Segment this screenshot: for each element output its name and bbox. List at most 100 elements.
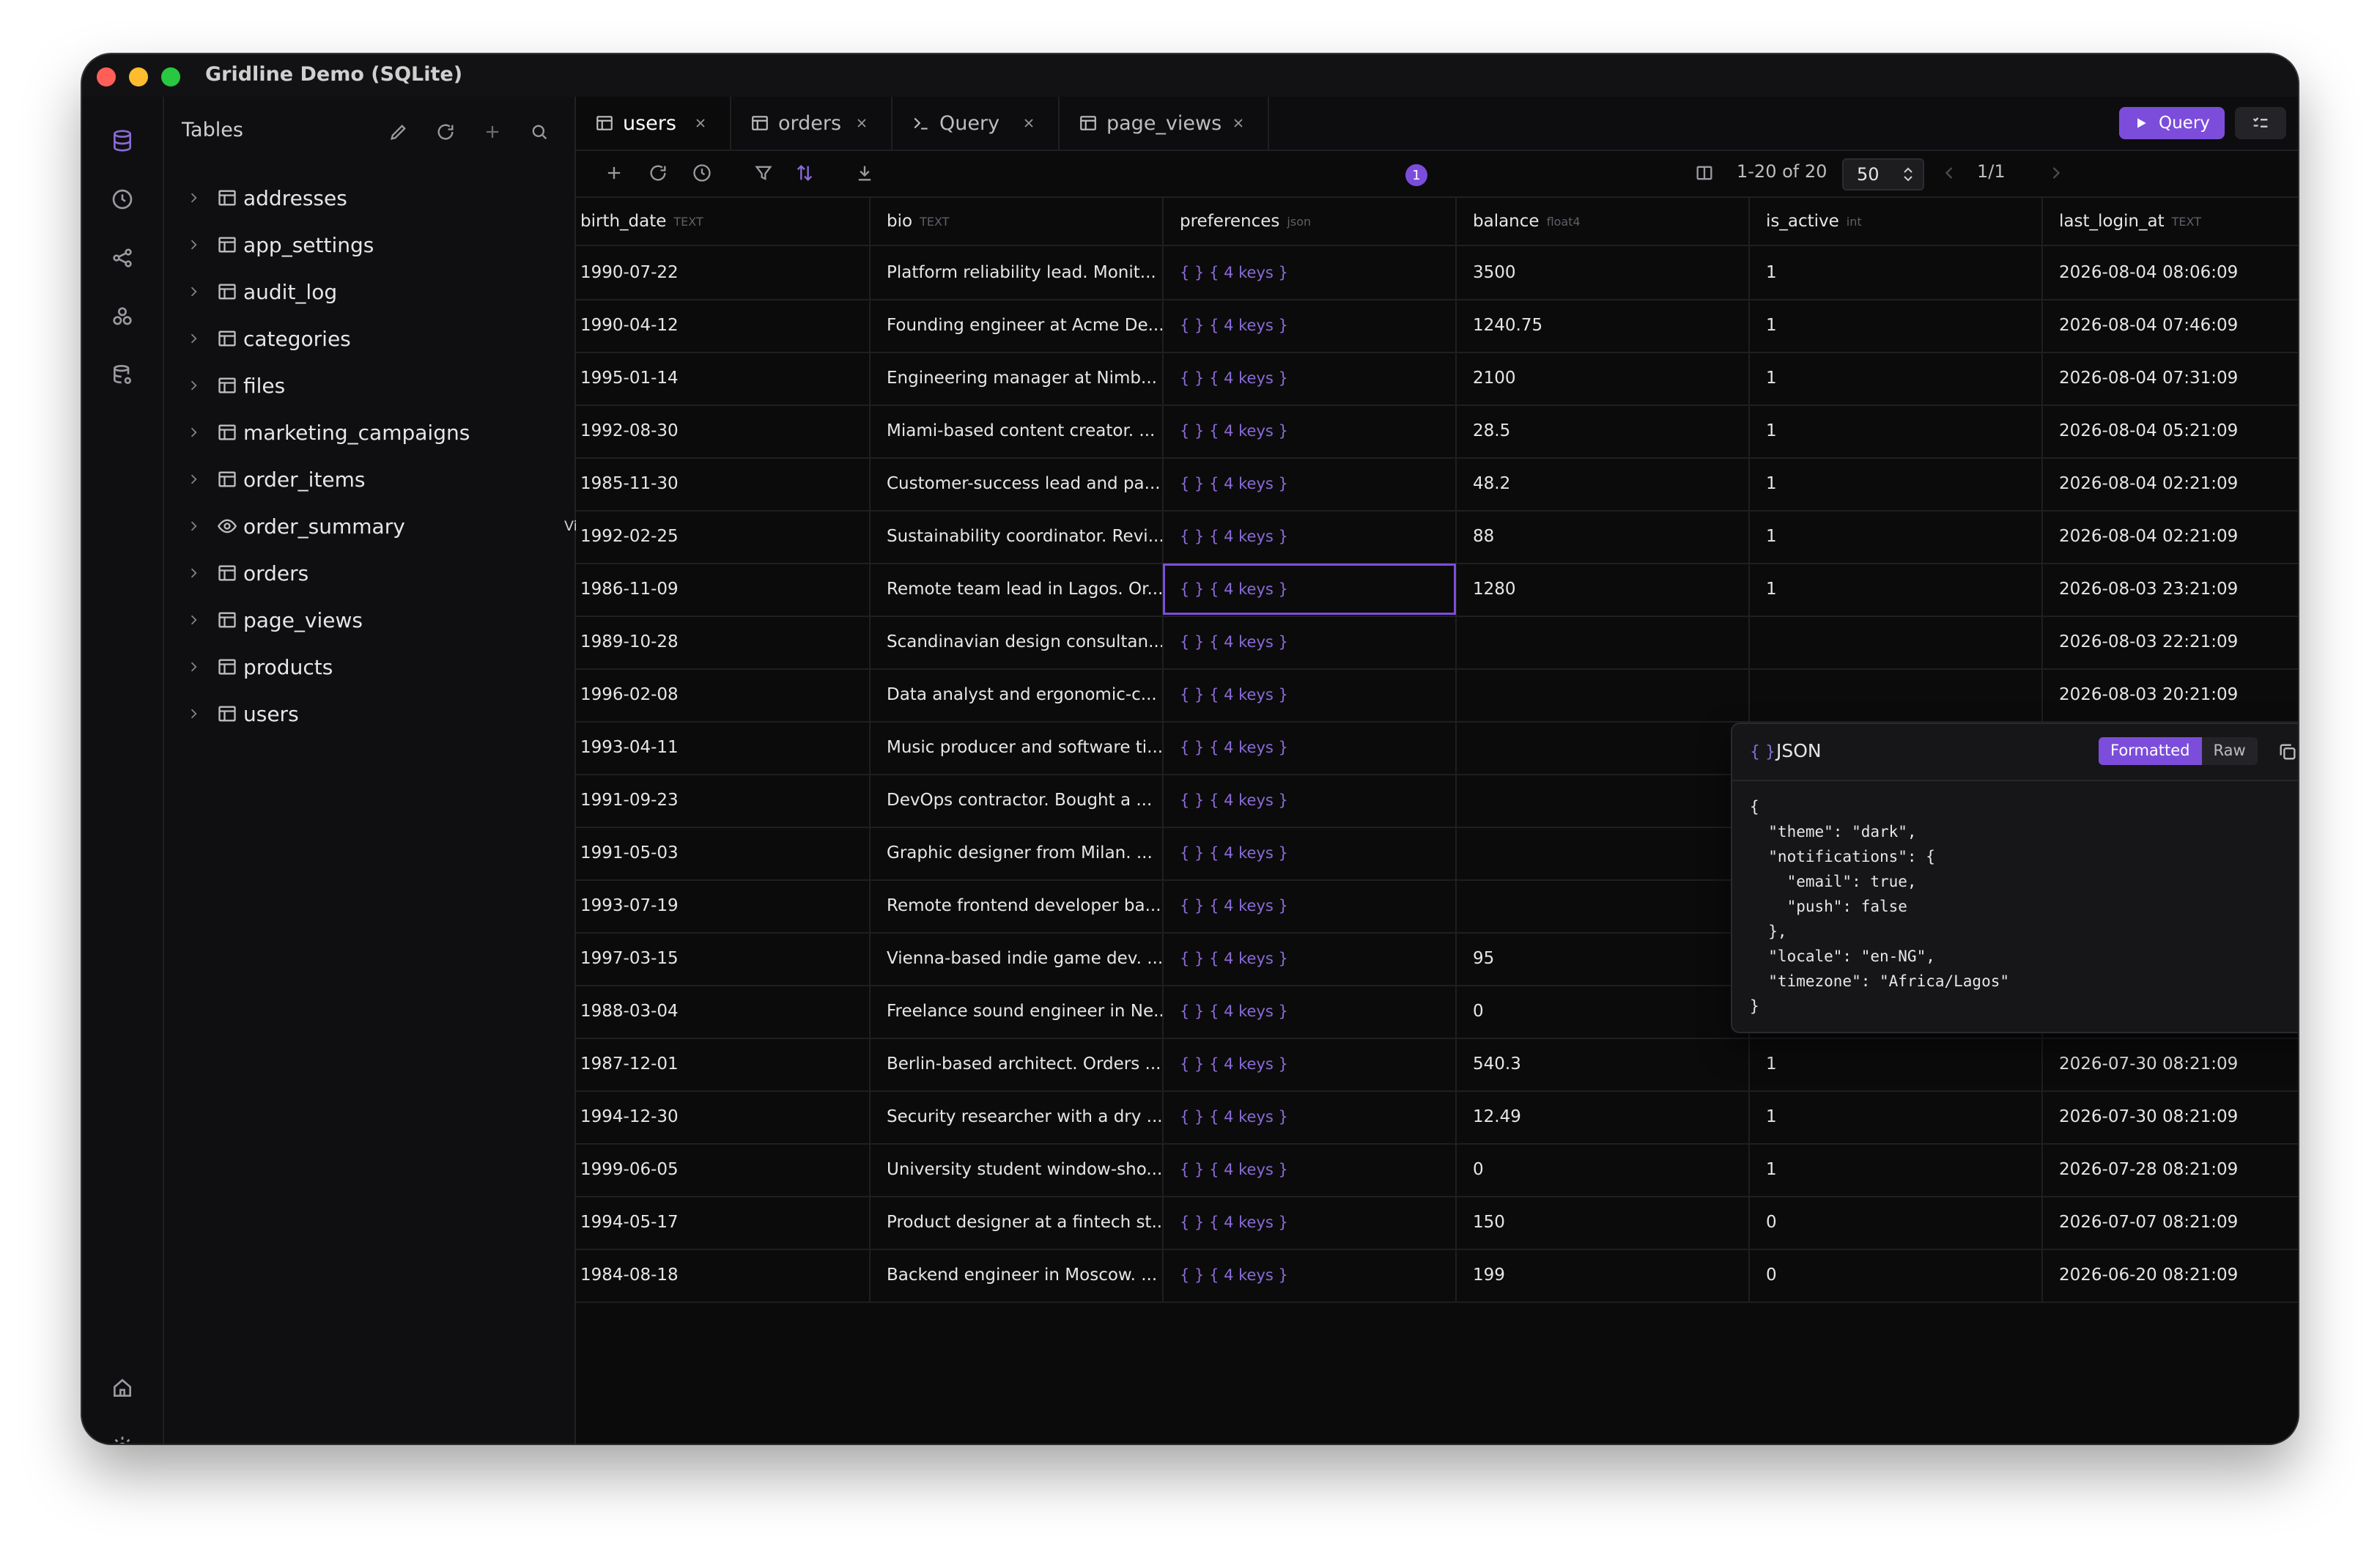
cell-is-active[interactable]: 1 (1748, 299, 2043, 352)
cell-last-login-at[interactable]: 2026-08-04 02:21:09 (2041, 457, 2298, 510)
tab-query[interactable]: Query (892, 97, 1060, 149)
cell-birth-date[interactable]: 1984-08-18 (576, 1249, 871, 1301)
home-icon[interactable] (106, 1372, 138, 1404)
cell-birth-date[interactable]: 1997-03-15 (576, 932, 871, 985)
next-page-icon[interactable] (2044, 161, 2068, 185)
close-tab-icon[interactable] (693, 116, 708, 130)
cell-bio[interactable]: Product designer at a fintech st... (869, 1196, 1164, 1249)
plus-icon[interactable] (479, 119, 506, 145)
cell-preferences[interactable]: { } { 4 keys } (1162, 563, 1457, 616)
cell-balance[interactable] (1455, 721, 1750, 774)
chevron-right-icon[interactable] (186, 237, 201, 252)
chevron-right-icon[interactable] (186, 331, 201, 346)
sidebar-item-order-items[interactable]: order_items (164, 456, 574, 503)
cell-preferences[interactable]: { } { 4 keys } (1162, 1143, 1457, 1196)
cell-is-active[interactable]: 0 (1748, 1249, 2043, 1301)
sidebar-item-files[interactable]: files (164, 362, 574, 409)
cell-balance[interactable]: 48.2 (1455, 457, 1750, 510)
column-header-is-active[interactable]: is_active int (1748, 198, 2043, 245)
panel-options-button[interactable] (2235, 107, 2286, 139)
table-row[interactable]: 1986-11-09 Remote team lead in Lagos. Or.… (576, 563, 2298, 617)
table-row[interactable]: 1990-07-22 Platform reliability lead. Mon… (576, 246, 2298, 300)
cell-birth-date[interactable]: 1991-05-03 (576, 827, 871, 879)
sidebar-item-categories[interactable]: categories (164, 315, 574, 362)
sidebar-item-audit-log[interactable]: audit_log (164, 268, 574, 315)
column-header-preferences[interactable]: preferences json (1162, 198, 1457, 245)
sidebar-item-page-views[interactable]: page_views (164, 596, 574, 643)
close-tab-icon[interactable] (1021, 116, 1036, 130)
cell-is-active[interactable]: 1 (1748, 1143, 2043, 1196)
cell-balance[interactable]: 1280 (1455, 563, 1750, 616)
cell-last-login-at[interactable]: 2026-07-28 08:21:09 (2041, 1143, 2298, 1196)
cell-is-active[interactable]: 1 (1748, 510, 2043, 563)
chevron-right-icon[interactable] (186, 566, 201, 580)
cell-is-active[interactable]: 1 (1748, 457, 2043, 510)
cell-birth-date[interactable]: 1985-11-30 (576, 457, 871, 510)
cell-preferences[interactable]: { } { 4 keys } (1162, 1196, 1457, 1249)
cell-birth-date[interactable]: 1994-12-30 (576, 1090, 871, 1143)
formatted-mode-button[interactable]: Formatted (2099, 737, 2202, 765)
column-header-birth-date[interactable]: birth_date TEXT (576, 198, 871, 245)
cluster-icon[interactable] (106, 300, 138, 333)
cell-last-login-at[interactable]: 2026-08-03 23:21:09 (2041, 563, 2298, 616)
cell-bio[interactable]: Berlin-based architect. Orders ... (869, 1038, 1164, 1090)
add-row-icon[interactable] (602, 161, 626, 185)
cell-birth-date[interactable]: 1999-06-05 (576, 1143, 871, 1196)
zoom-window-button[interactable] (161, 67, 180, 86)
table-row[interactable]: 1984-08-18 Backend engineer in Moscow. ..… (576, 1249, 2298, 1303)
cell-balance[interactable] (1455, 879, 1750, 932)
cell-bio[interactable]: Freelance sound engineer in Ne... (869, 985, 1164, 1038)
page-size-select[interactable]: 50 (1842, 158, 1924, 191)
cell-balance[interactable]: 199 (1455, 1249, 1750, 1301)
cell-birth-date[interactable]: 1993-07-19 (576, 879, 871, 932)
raw-mode-button[interactable]: Raw (2202, 737, 2258, 765)
cell-balance[interactable]: 12.49 (1455, 1090, 1750, 1143)
tab-orders[interactable]: orders (731, 97, 892, 149)
cell-is-active[interactable] (1748, 616, 2043, 668)
cell-balance[interactable]: 95 (1455, 932, 1750, 985)
run-query-button[interactable]: Query (2119, 107, 2225, 139)
cell-preferences[interactable]: { } { 4 keys } (1162, 616, 1457, 668)
sidebar-item-order-summary[interactable]: order_summaryView (164, 503, 597, 550)
cell-bio[interactable]: Engineering manager at Nimb... (869, 352, 1164, 405)
cell-last-login-at[interactable]: 2026-08-03 20:21:09 (2041, 668, 2298, 721)
close-window-button[interactable] (97, 67, 116, 86)
cell-bio[interactable]: Sustainability coordinator. Revi... (869, 510, 1164, 563)
cell-bio[interactable]: Founding engineer at Acme De... (869, 299, 1164, 352)
cell-bio[interactable]: Remote team lead in Lagos. Or... (869, 563, 1164, 616)
cell-is-active[interactable]: 1 (1748, 1090, 2043, 1143)
cell-is-active[interactable]: 1 (1748, 1038, 2043, 1090)
cell-preferences[interactable]: { } { 4 keys } (1162, 405, 1457, 457)
cell-bio[interactable]: Music producer and software ti... (869, 721, 1164, 774)
cell-last-login-at[interactable]: 2026-06-20 08:21:09 (2041, 1249, 2298, 1301)
column-header-last-login-at[interactable]: last_login_at TEXT (2041, 198, 2298, 245)
sidebar-item-addresses[interactable]: addresses (164, 174, 574, 221)
cell-preferences[interactable]: { } { 4 keys } (1162, 246, 1457, 299)
cell-balance[interactable] (1455, 668, 1750, 721)
sidebar-item-users[interactable]: users (164, 690, 574, 737)
cell-preferences[interactable]: { } { 4 keys } (1162, 668, 1457, 721)
cell-last-login-at[interactable]: 2026-07-30 08:21:09 (2041, 1038, 2298, 1090)
cell-last-login-at[interactable]: 2026-08-04 02:21:09 (2041, 510, 2298, 563)
cell-bio[interactable]: Data analyst and ergonomic-c... (869, 668, 1164, 721)
cell-preferences[interactable]: { } { 4 keys } (1162, 932, 1457, 985)
cell-balance[interactable] (1455, 774, 1750, 827)
cell-balance[interactable]: 1240.75 (1455, 299, 1750, 352)
cell-is-active[interactable]: 0 (1748, 1196, 2043, 1249)
cell-balance[interactable]: 0 (1455, 1143, 1750, 1196)
table-row[interactable]: 1990-04-12 Founding engineer at Acme De..… (576, 299, 2298, 353)
cell-last-login-at[interactable]: 2026-07-30 08:21:09 (2041, 1090, 2298, 1143)
history-icon[interactable] (106, 183, 138, 215)
chevron-right-icon[interactable] (186, 378, 201, 393)
cell-bio[interactable]: Security researcher with a dry ... (869, 1090, 1164, 1143)
sort-icon[interactable] (793, 161, 816, 185)
cell-birth-date[interactable]: 1990-07-22 (576, 246, 871, 299)
cell-last-login-at[interactable]: 2026-08-04 07:46:09 (2041, 299, 2298, 352)
cell-bio[interactable]: University student window-sho... (869, 1143, 1164, 1196)
cell-last-login-at[interactable]: 2026-07-07 08:21:09 (2041, 1196, 2298, 1249)
cell-bio[interactable]: Remote frontend developer ba... (869, 879, 1164, 932)
table-row[interactable]: 1989-10-28 Scandinavian design consultan.… (576, 616, 2298, 670)
split-view-icon[interactable] (1693, 161, 1716, 185)
cell-balance[interactable] (1455, 827, 1750, 879)
cell-preferences[interactable]: { } { 4 keys } (1162, 1249, 1457, 1301)
